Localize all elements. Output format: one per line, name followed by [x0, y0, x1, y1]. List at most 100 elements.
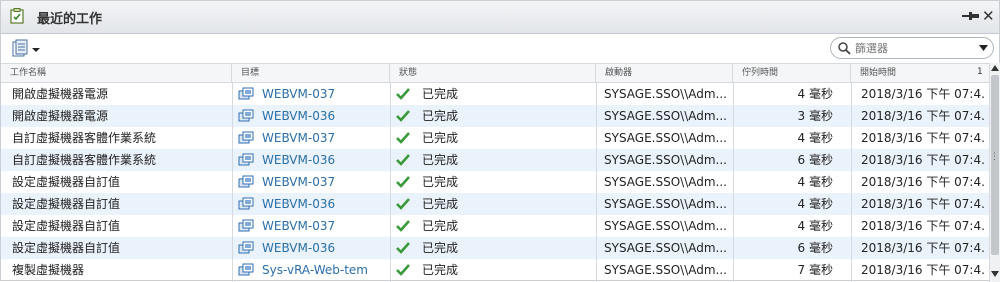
column-header-task-name[interactable]: 工作名稱 — [1, 64, 232, 82]
clipboard-check-icon — [10, 8, 24, 24]
task-name: 設定虛擬機器自訂值 — [12, 197, 121, 211]
column-divider — [232, 83, 233, 282]
task-target: WEBVM-036 — [238, 193, 388, 215]
task-target: WEBVM-036 — [238, 149, 388, 171]
table-row[interactable]: 複製虛擬機器 Sys-vRA-Web-tem 已完成 SYSAGE.SSO\\A… — [1, 259, 989, 281]
task-status: 已完成 — [396, 259, 596, 281]
export-icon[interactable] — [11, 39, 43, 59]
task-initiator: SYSAGE.SSO\\Adm... — [604, 175, 727, 189]
task-queued-time: 4 毫秒 — [797, 87, 833, 101]
target-link[interactable]: WEBVM-037 — [262, 83, 335, 105]
checkmark-icon — [396, 242, 410, 254]
target-link[interactable]: WEBVM-036 — [262, 149, 335, 171]
task-target: Sys-vRA-Web-tem — [238, 259, 388, 281]
scroll-up-arrow-icon[interactable] — [991, 65, 999, 71]
virtual-machine-icon — [238, 131, 254, 144]
checkmark-icon — [396, 198, 410, 210]
pin-icon[interactable] — [962, 9, 980, 23]
task-target: WEBVM-036 — [238, 237, 388, 259]
table-header: 工作名稱 目標 狀態 啟動器 佇列時間 開始時間 — [1, 63, 989, 83]
table-row[interactable]: 設定虛擬機器自訂值 WEBVM-037 已完成 SYSAGE.SSO\\Adm.… — [1, 171, 989, 193]
status-text: 已完成 — [422, 109, 459, 123]
task-start-time: 2018/3/16 下午 07:4... — [861, 109, 985, 123]
task-start-time: 2018/3/16 下午 07:4... — [861, 87, 985, 101]
task-name: 自訂虛擬機器客體作業系統 — [12, 153, 157, 167]
checkmark-icon — [396, 154, 410, 166]
column-header-start-time[interactable]: 開始時間 — [851, 64, 971, 82]
column-divider — [733, 83, 734, 282]
vertical-scrollbar[interactable] — [989, 63, 1000, 282]
task-start-time: 2018/3/16 下午 07:4... — [861, 153, 985, 167]
checkmark-icon — [396, 264, 410, 276]
task-start-time: 2018/3/16 下午 07:4... — [861, 131, 985, 145]
task-queued-time: 6 毫秒 — [797, 241, 833, 255]
checkmark-icon — [396, 220, 410, 232]
virtual-machine-icon — [238, 153, 254, 166]
column-header-status[interactable]: 狀態 — [390, 64, 596, 82]
filter-search-box[interactable] — [830, 37, 994, 59]
task-name: 複製虛擬機器 — [12, 263, 85, 277]
task-initiator: SYSAGE.SSO\\Adm... — [604, 241, 727, 255]
target-link[interactable]: WEBVM-037 — [262, 127, 335, 149]
search-icon — [838, 42, 851, 55]
task-start-time: 2018/3/16 下午 07:4... — [861, 175, 985, 189]
task-status: 已完成 — [396, 215, 596, 237]
chevron-down-icon[interactable] — [979, 44, 988, 52]
target-link[interactable]: Sys-vRA-Web-tem — [262, 259, 368, 281]
task-initiator: SYSAGE.SSO\\Adm... — [604, 197, 727, 211]
scroll-down-arrow-icon[interactable] — [991, 271, 999, 277]
task-name: 開啟虛擬機器電源 — [12, 87, 109, 101]
target-link[interactable]: WEBVM-036 — [262, 105, 335, 127]
task-table-body: 開啟虛擬機器電源 WEBVM-037 已完成 SYSAGE.SSO\\Adm..… — [1, 83, 989, 282]
resize-grip-icon[interactable]: ⋮ — [990, 153, 999, 162]
table-row[interactable]: 開啟虛擬機器電源 WEBVM-036 已完成 SYSAGE.SSO\\Adm..… — [1, 105, 989, 127]
status-text: 已完成 — [422, 219, 459, 233]
close-icon[interactable]: ✕ — [982, 6, 995, 26]
column-header-target[interactable]: 目標 — [232, 64, 390, 82]
checkmark-icon — [396, 132, 410, 144]
task-start-time: 2018/3/16 下午 07:4... — [861, 219, 985, 233]
task-initiator: SYSAGE.SSO\\Adm... — [604, 263, 727, 277]
target-link[interactable]: WEBVM-036 — [262, 237, 335, 259]
virtual-machine-icon — [238, 241, 254, 254]
table-row[interactable]: 設定虛擬機器自訂值 WEBVM-036 已完成 SYSAGE.SSO\\Adm.… — [1, 193, 989, 215]
task-status: 已完成 — [396, 83, 596, 105]
task-target: WEBVM-037 — [238, 83, 388, 105]
task-queued-time: 4 毫秒 — [797, 197, 833, 211]
table-row[interactable]: 自訂虛擬機器客體作業系統 WEBVM-036 已完成 SYSAGE.SSO\\A… — [1, 149, 989, 171]
panel-titlebar: 最近的工作 ✕ — [1, 1, 999, 34]
table-row[interactable]: 設定虛擬機器自訂值 WEBVM-036 已完成 SYSAGE.SSO\\Adm.… — [1, 237, 989, 259]
checkmark-icon — [396, 88, 410, 100]
task-queued-time: 4 毫秒 — [797, 175, 833, 189]
status-text: 已完成 — [422, 263, 459, 277]
column-header-queued-time[interactable]: 佇列時間 — [733, 64, 851, 82]
status-text: 已完成 — [422, 175, 459, 189]
task-name: 設定虛擬機器自訂值 — [12, 241, 121, 255]
target-link[interactable]: WEBVM-037 — [262, 215, 335, 237]
task-target: WEBVM-037 — [238, 215, 388, 237]
task-name: 開啟虛擬機器電源 — [12, 109, 109, 123]
table-row[interactable]: 開啟虛擬機器電源 WEBVM-037 已完成 SYSAGE.SSO\\Adm..… — [1, 83, 989, 105]
task-queued-time: 6 毫秒 — [797, 153, 833, 167]
column-header-initiator[interactable]: 啟動器 — [596, 64, 733, 82]
task-status: 已完成 — [396, 149, 596, 171]
column-divider — [596, 83, 597, 282]
table-row[interactable]: 設定虛擬機器自訂值 WEBVM-037 已完成 SYSAGE.SSO\\Adm.… — [1, 215, 989, 237]
task-initiator: SYSAGE.SSO\\Adm... — [604, 153, 727, 167]
task-initiator: SYSAGE.SSO\\Adm... — [604, 219, 727, 233]
status-text: 已完成 — [422, 241, 459, 255]
target-link[interactable]: WEBVM-037 — [262, 171, 335, 193]
task-name: 自訂虛擬機器客體作業系統 — [12, 131, 157, 145]
task-name: 設定虛擬機器自訂值 — [12, 219, 121, 233]
task-target: WEBVM-037 — [238, 171, 388, 193]
task-queued-time: 4 毫秒 — [797, 219, 833, 233]
virtual-machine-icon — [238, 175, 254, 188]
recent-tasks-panel: 最近的工作 ✕ 工作名稱 目標 狀態 啟動器 佇列時 — [0, 0, 1000, 282]
task-initiator: SYSAGE.SSO\\Adm... — [604, 87, 727, 101]
column-divider — [390, 83, 391, 282]
filter-input[interactable] — [855, 40, 973, 56]
table-row[interactable]: 自訂虛擬機器客體作業系統 WEBVM-037 已完成 SYSAGE.SSO\\A… — [1, 127, 989, 149]
target-link[interactable]: WEBVM-036 — [262, 193, 335, 215]
scrollbar-thumb[interactable] — [991, 75, 999, 255]
task-status: 已完成 — [396, 171, 596, 193]
